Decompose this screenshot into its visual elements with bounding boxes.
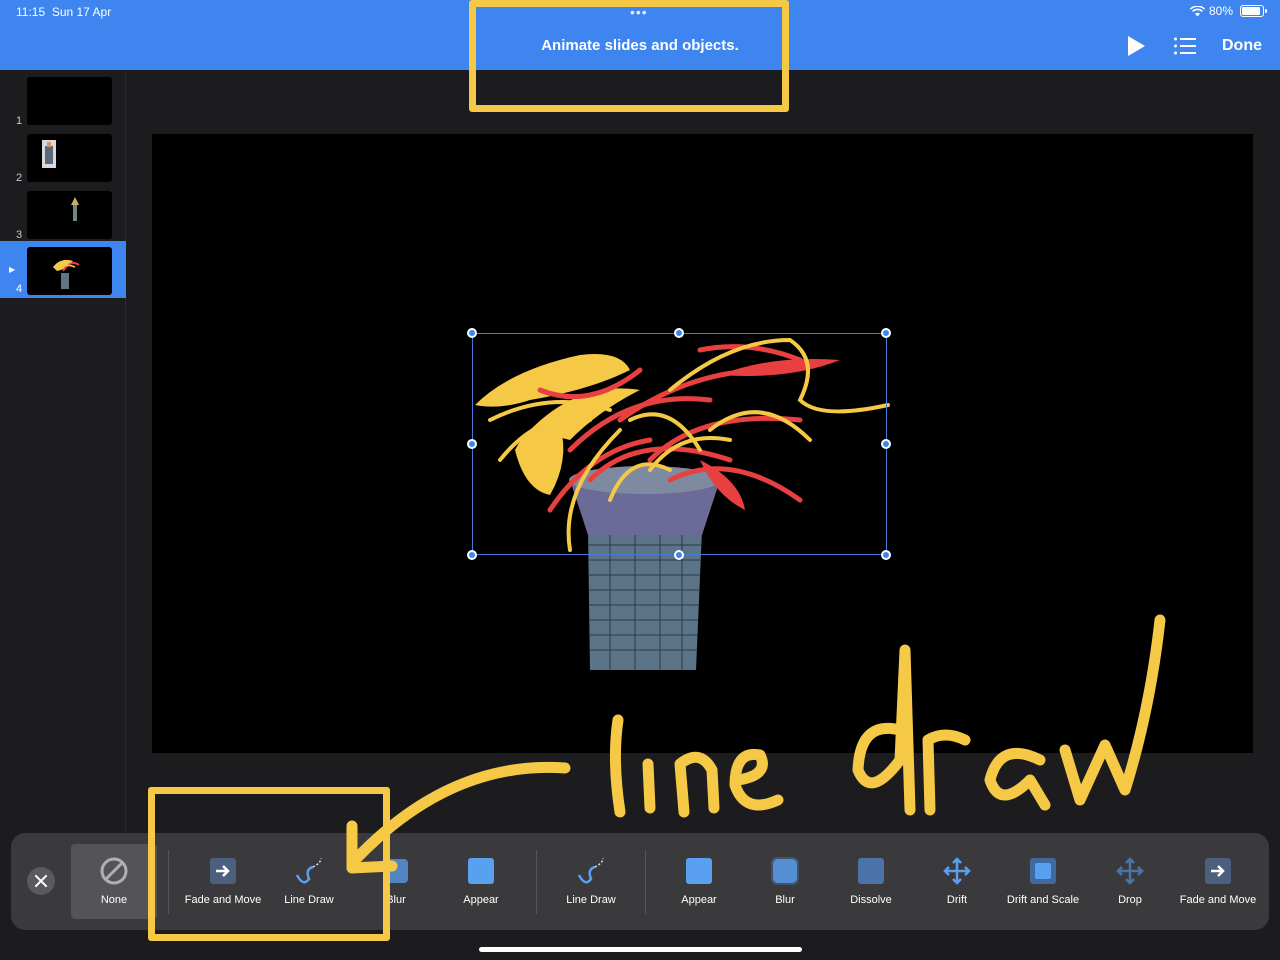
handwritten-annotation	[346, 614, 1166, 874]
